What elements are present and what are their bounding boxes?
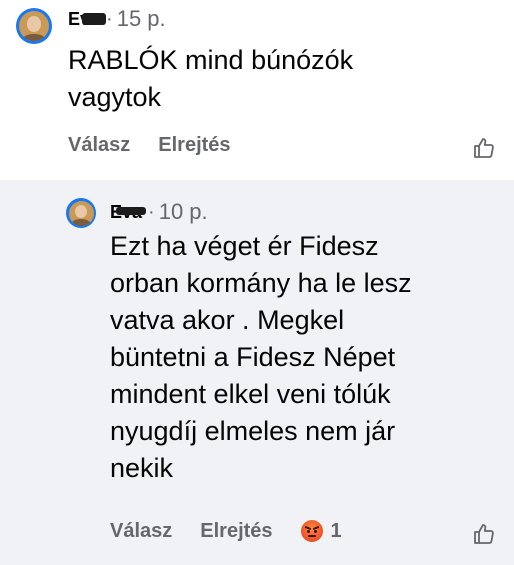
comment-text: RABLÓK mind búnózók vagytok — [68, 45, 354, 112]
separator-dot: · — [148, 200, 155, 223]
comment: Eva · 15 p. RABLÓK mind búnózók vagytok … — [0, 0, 514, 180]
comment-actions: Válasz Elrejtés 1 — [110, 516, 342, 546]
thumbs-up-icon[interactable] — [472, 522, 496, 546]
redaction-scribble — [116, 206, 147, 215]
reaction-count: 1 — [330, 519, 342, 542]
avatar[interactable] — [16, 8, 52, 44]
hide-button[interactable]: Elrejtés — [158, 134, 230, 157]
comment-header: Eva · 10 p. — [110, 197, 208, 227]
timestamp[interactable]: 15 p. — [117, 6, 166, 32]
author-name[interactable]: Eva — [68, 9, 107, 30]
comment-text: Ezt ha véget ér Fidesz orban kormány ha … — [110, 231, 412, 483]
avatar-photo — [68, 200, 94, 226]
reply-button[interactable]: Válasz — [68, 134, 130, 157]
thumbs-up-icon[interactable] — [472, 136, 496, 160]
avatar-photo — [19, 11, 49, 41]
separator-dot: · — [106, 7, 113, 30]
comment-header: Eva · 15 p. — [68, 4, 166, 34]
author-name[interactable]: Eva — [110, 202, 147, 223]
angry-reaction-icon — [300, 520, 323, 542]
avatar[interactable] — [66, 198, 96, 228]
comment-actions: Válasz Elrejtés — [68, 130, 231, 160]
reaction-summary[interactable]: 1 — [300, 519, 342, 543]
reply-button[interactable]: Válasz — [110, 520, 172, 543]
timestamp[interactable]: 10 p. — [159, 199, 208, 225]
redaction-scribble — [82, 12, 107, 25]
reply-comment: Eva · 10 p. Ezt ha véget ér Fidesz orban… — [0, 180, 514, 565]
hide-button[interactable]: Elrejtés — [200, 520, 272, 543]
